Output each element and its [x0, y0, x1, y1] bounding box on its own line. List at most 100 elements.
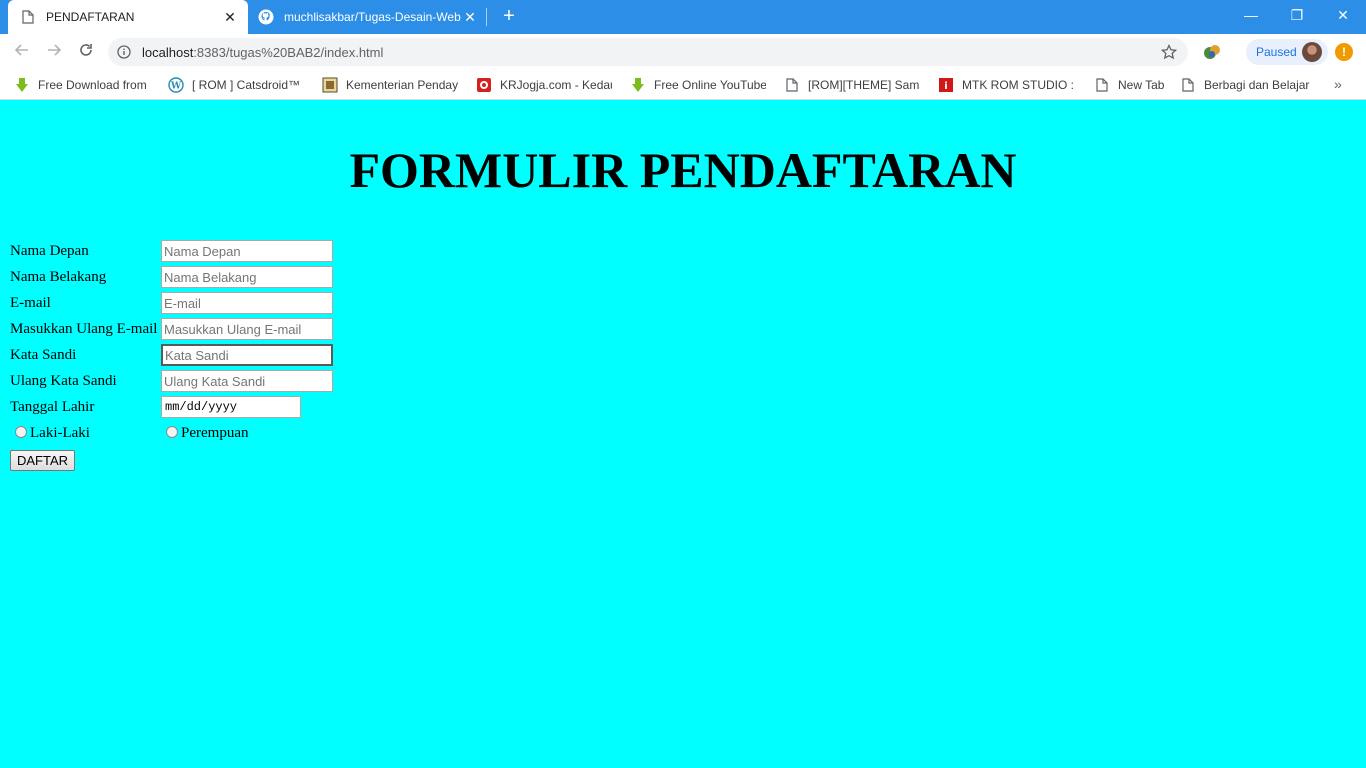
bookmark-item[interactable]: [ROM][THEME] Sams: [784, 76, 920, 94]
bookmark-label: Free Online YouTube: [654, 78, 766, 92]
empty-cell: [161, 446, 333, 472]
page-title: FORMULIR PENDAFTARAN: [349, 142, 1017, 198]
form-row: Tanggal Lahir mm/dd/yyyy: [10, 394, 333, 420]
submit-cell: DAFTAR: [10, 446, 161, 472]
password-input[interactable]: [161, 344, 333, 366]
gender-option-female[interactable]: Perempuan: [161, 420, 333, 446]
bookmark-label: [ ROM ] Catsdroid™ a: [192, 78, 304, 92]
form-row: Ulang Kata Sandi: [10, 368, 333, 394]
page-content: FORMULIR PENDAFTARAN Nama Depan Nama Bel…: [0, 101, 1366, 768]
bookmark-label: Free Download from: [38, 78, 147, 92]
bookmark-item[interactable]: i MTK ROM STUDIO : C: [938, 76, 1074, 94]
new-tab-button[interactable]: +: [498, 5, 520, 27]
alert-icon[interactable]: !: [1335, 43, 1353, 61]
field-label: Nama Belakang: [10, 268, 107, 285]
field-label: Tanggal Lahir: [10, 398, 95, 415]
gender-option-male[interactable]: Laki-Laki: [10, 420, 161, 446]
address-bar[interactable]: localhost:8383/tugas%20BAB2/index.html: [108, 38, 1188, 66]
mtk-icon: i: [938, 77, 954, 93]
confirm-password-input[interactable]: [161, 370, 333, 392]
browser-toolbar: localhost:8383/tugas%20BAB2/index.html P…: [0, 34, 1366, 70]
bookmark-item[interactable]: Free Online YouTube: [630, 76, 766, 94]
form-row: E-mail: [10, 290, 333, 316]
bookmark-label: Kementerian Pendayag: [346, 78, 458, 92]
bookmark-label: Berbagi dan Belajar: [1204, 78, 1310, 92]
bookmark-item[interactable]: KRJogja.com - Kedaul: [476, 76, 612, 94]
download-arrow-icon: [14, 77, 30, 93]
download-arrow-icon: [630, 77, 646, 93]
bookmarks-bar: Free Download from W [ ROM ] Catsdroid™ …: [0, 70, 1366, 100]
field-cell: [161, 264, 333, 290]
page-icon: [1180, 77, 1196, 93]
extension-icon[interactable]: [1202, 43, 1222, 61]
bookmark-label: MTK ROM STUDIO : C: [962, 78, 1074, 92]
form-row: Nama Belakang: [10, 264, 333, 290]
bookmark-label: New Tab: [1118, 78, 1165, 92]
url-host: localhost: [142, 44, 194, 60]
url-text: localhost:8383/tugas%20BAB2/index.html: [142, 45, 383, 60]
daftar-button[interactable]: DAFTAR: [10, 449, 76, 471]
svg-text:W: W: [170, 82, 182, 92]
bookmark-label: KRJogja.com - Kedaul: [500, 78, 612, 92]
bookmark-item[interactable]: Kementerian Pendayag: [322, 76, 458, 94]
field-label: E-mail: [10, 294, 51, 311]
field-cell: [161, 290, 333, 316]
profile-status: Paused: [1256, 45, 1297, 59]
radio-label: Perempuan: [181, 424, 249, 441]
arrow-left-icon: [14, 42, 30, 63]
url-path: :8383/tugas%20BAB2/index.html: [193, 44, 384, 60]
field-cell: [161, 368, 333, 394]
profile-button[interactable]: Paused: [1246, 39, 1328, 65]
info-icon[interactable]: [116, 44, 132, 60]
birthdate-input[interactable]: mm/dd/yyyy: [161, 396, 301, 418]
bookmark-item[interactable]: Berbagi dan Belajar: [1180, 76, 1320, 94]
radio-male[interactable]: [15, 425, 27, 438]
tab-pendaftaran[interactable]: PENDAFTARAN ✕: [8, 0, 248, 34]
field-label: Nama Depan: [10, 242, 89, 259]
form-row: Nama Depan: [10, 238, 333, 264]
page-icon: [1094, 77, 1110, 93]
radio-label: Laki-Laki: [30, 424, 90, 441]
close-window-button[interactable]: ✕: [1320, 0, 1366, 30]
email-input[interactable]: [161, 292, 333, 314]
tab-separator: [486, 8, 487, 26]
close-icon[interactable]: ✕: [222, 9, 238, 25]
field-label: Ulang Kata Sandi: [10, 372, 117, 389]
radio-female[interactable]: [166, 425, 178, 438]
tab-title: muchlisakbar/Tugas-Desain-Web: [284, 10, 461, 24]
krjogja-icon: [476, 77, 492, 93]
bookmark-item[interactable]: W [ ROM ] Catsdroid™ a: [168, 76, 304, 94]
star-icon[interactable]: [1160, 43, 1178, 61]
page-icon: [784, 77, 800, 93]
field-cell: [161, 316, 333, 342]
field-label: Masukkan Ulang E-mail: [10, 320, 158, 337]
registration-form: Nama Depan Nama Belakang E-mail Masukkan…: [10, 238, 333, 472]
bookmark-label: [ROM][THEME] Sams: [808, 78, 920, 92]
tab-github[interactable]: muchlisakbar/Tugas-Desain-Web ✕: [248, 0, 488, 34]
form-row: Masukkan Ulang E-mail: [10, 316, 333, 342]
government-emblem-icon: [322, 77, 338, 93]
reload-button[interactable]: [74, 40, 98, 64]
back-button[interactable]: [10, 40, 34, 64]
minimize-button[interactable]: —: [1228, 0, 1274, 30]
form-row: DAFTAR: [10, 446, 333, 472]
field-cell: mm/dd/yyyy: [161, 394, 333, 420]
bookmark-item[interactable]: New Tab: [1094, 76, 1174, 94]
close-icon[interactable]: ✕: [462, 9, 478, 25]
arrow-right-icon: [46, 42, 62, 63]
bookmark-item[interactable]: Free Download from: [14, 76, 150, 94]
last-name-input[interactable]: [161, 266, 333, 288]
page-icon: [20, 9, 36, 25]
wordpress-icon: W: [168, 77, 184, 93]
confirm-email-input[interactable]: [161, 318, 333, 340]
bookmarks-overflow-button[interactable]: »: [1334, 76, 1342, 92]
form-row: Kata Sandi: [10, 342, 333, 368]
restore-button[interactable]: ❐: [1274, 0, 1320, 30]
field-cell: [161, 342, 333, 368]
first-name-input[interactable]: [161, 240, 333, 262]
svg-text:i: i: [944, 81, 947, 92]
avatar: [1302, 42, 1322, 62]
field-label: Kata Sandi: [10, 346, 77, 363]
tab-strip: PENDAFTARAN ✕ muchlisakbar/Tugas-Desain-…: [0, 0, 1366, 34]
forward-button[interactable]: [42, 40, 66, 64]
